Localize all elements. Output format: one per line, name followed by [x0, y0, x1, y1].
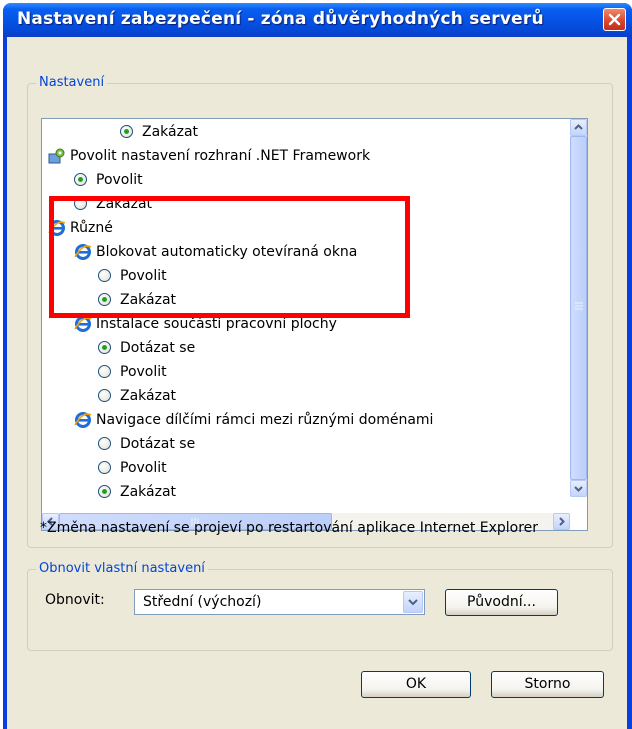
- radio-button[interactable]: [98, 485, 111, 498]
- vertical-scrollbar[interactable]: [570, 119, 587, 497]
- radio-button[interactable]: [98, 461, 111, 474]
- scroll-up-button[interactable]: [570, 119, 587, 136]
- grip-icon: [575, 302, 583, 310]
- settings-group-title: Nastavení: [36, 75, 108, 90]
- reset-label: Obnovit:: [45, 592, 105, 608]
- restart-note: *Změna nastavení se projeví po restartov…: [40, 520, 539, 536]
- close-button[interactable]: [603, 8, 626, 31]
- radio-button[interactable]: [74, 173, 87, 186]
- chevron-right-icon: [559, 517, 565, 526]
- settings-tree[interactable]: Zakázat Povolit nastavení rozhraní .NET …: [41, 118, 588, 531]
- ok-button[interactable]: OK: [361, 671, 471, 698]
- reset-button[interactable]: Původní...: [445, 589, 558, 616]
- cancel-button[interactable]: Storno: [491, 671, 604, 698]
- window-title: Nastavení zabezpečení - zóna důvěryhodný…: [17, 9, 544, 29]
- security-level-select[interactable]: Střední (výchozí): [134, 589, 425, 615]
- reset-group-title: Obnovit vlastní nastavení: [36, 561, 208, 576]
- scroll-down-button[interactable]: [570, 480, 587, 497]
- dialog-window: Nastavení zabezpečení - zóna důvěryhodný…: [3, 3, 632, 729]
- security-level-value: Střední (výchozí): [143, 594, 262, 610]
- scroll-right-button[interactable]: [553, 513, 570, 530]
- radio-button[interactable]: [120, 125, 133, 138]
- chevron-up-icon: [574, 124, 583, 130]
- radio-button[interactable]: [98, 341, 111, 354]
- title-bar[interactable]: Nastavení zabezpečení - zóna důvěryhodný…: [3, 3, 632, 37]
- settings-icon: [48, 148, 65, 164]
- close-icon: [608, 13, 621, 26]
- radio-button[interactable]: [98, 437, 111, 450]
- dropdown-button[interactable]: [403, 591, 423, 613]
- radio-button[interactable]: [98, 389, 111, 402]
- highlight-box: [49, 196, 410, 318]
- radio-button[interactable]: [98, 365, 111, 378]
- vertical-scroll-thumb[interactable]: [570, 136, 587, 480]
- ie-icon: [74, 412, 92, 428]
- dialog-body: Nastavení Zakázat Povolit nastavení rozh…: [7, 37, 627, 729]
- chevron-down-icon: [408, 599, 418, 606]
- chevron-down-icon: [574, 486, 583, 492]
